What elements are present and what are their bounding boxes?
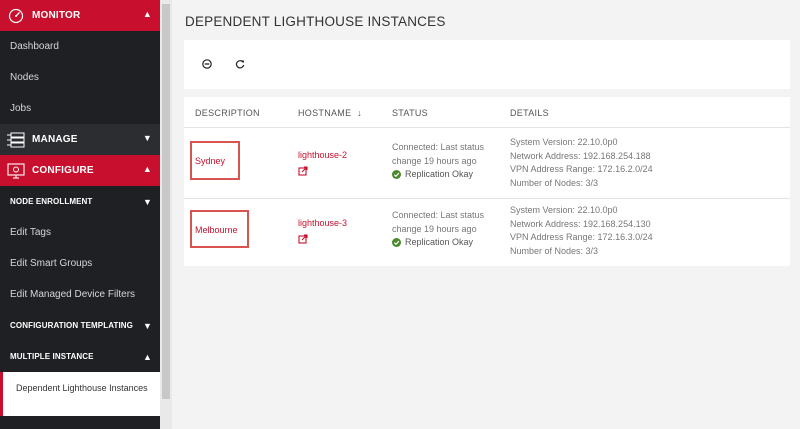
network-address: Network Address: 192.168.254.188 <box>510 150 651 161</box>
system-version: System Version: 22.10.0p0 <box>510 137 618 147</box>
sidebar-item-dependent-lighthouse-instances[interactable]: Dependent Lighthouse Instances <box>0 372 160 416</box>
header-divider <box>184 127 790 128</box>
toolbar <box>184 40 790 89</box>
sidebar-item-multiple-instance[interactable]: MULTIPLE INSTANCE ▲ <box>0 341 160 372</box>
status-text: change 19 hours ago <box>392 155 477 166</box>
status-text: change 19 hours ago <box>392 223 477 234</box>
chevron-up-icon: ▲ <box>142 351 152 362</box>
column-header-status[interactable]: STATUS <box>392 108 428 118</box>
details-cell: System Version: 22.10.0p0 Network Addres… <box>510 136 653 190</box>
sidebar: MONITOR ▲ Dashboard Nodes Jobs MANAGE ▼ … <box>0 0 160 429</box>
system-version: System Version: 22.10.0p0 <box>510 205 618 215</box>
page-title: DEPENDENT LIGHTHOUSE INSTANCES <box>185 14 446 29</box>
sidebar-item-jobs[interactable]: Jobs <box>0 93 160 124</box>
replication-label: Replication Okay <box>405 169 474 179</box>
nav-section-monitor-label: MONITOR <box>32 10 81 21</box>
replication-status: Replication Okay <box>392 236 484 250</box>
configure-monitor-icon <box>6 161 26 181</box>
status-cell: Connected: Last status change 19 hours a… <box>392 209 484 250</box>
check-circle-icon <box>392 238 401 248</box>
nav-section-manage[interactable]: MANAGE ▼ <box>0 124 160 155</box>
number-of-nodes: Number of Nodes: 3/3 <box>510 245 599 256</box>
row-divider <box>184 198 790 199</box>
hostname-link[interactable]: lighthouse-2 <box>298 149 347 163</box>
check-circle-icon <box>392 170 401 180</box>
description-link[interactable]: Sydney <box>195 155 225 169</box>
refresh-icon <box>235 60 245 69</box>
nav-section-monitor[interactable]: MONITOR ▲ <box>0 0 160 31</box>
chevron-up-icon: ▲ <box>142 9 152 19</box>
number-of-nodes: Number of Nodes: 3/3 <box>510 177 599 188</box>
vpn-address-range: VPN Address Range: 172.16.3.0/24 <box>510 232 653 242</box>
details-cell: System Version: 22.10.0p0 Network Addres… <box>510 204 653 258</box>
nav-section-manage-label: MANAGE <box>32 134 78 145</box>
main-content: DEPENDENT LIGHTHOUSE INSTANCES DESCRIPTI… <box>172 0 800 429</box>
sidebar-item-multiple-instance-label: MULTIPLE INSTANCE <box>10 352 94 361</box>
hostname-link[interactable]: lighthouse-3 <box>298 217 347 231</box>
sidebar-item-node-enrollment-label: NODE ENROLLMENT <box>10 197 93 206</box>
sidebar-item-dashboard[interactable]: Dashboard <box>0 31 160 62</box>
remove-circle-icon <box>202 59 212 69</box>
monitor-gauge-icon <box>6 6 26 26</box>
sidebar-item-configuration-templating-label: CONFIGURATION TEMPLATING <box>10 321 133 330</box>
sidebar-item-nodes[interactable]: Nodes <box>0 62 160 93</box>
description-link[interactable]: Melbourne <box>195 224 238 238</box>
nav-section-configure-label: CONFIGURE <box>32 165 94 176</box>
external-link-icon[interactable] <box>298 166 308 176</box>
status-text: Connected: Last status <box>392 142 485 152</box>
column-header-description[interactable]: DESCRIPTION <box>195 108 260 118</box>
chevron-down-icon: ▼ <box>142 320 152 331</box>
scrollbar-thumb[interactable] <box>162 4 170 399</box>
chevron-down-icon: ▼ <box>142 196 152 207</box>
external-link-icon[interactable] <box>298 234 308 244</box>
remove-button[interactable] <box>200 57 214 71</box>
sidebar-scrollbar[interactable] <box>160 0 172 429</box>
status-text: Connected: Last status <box>392 210 485 220</box>
sidebar-item-node-enrollment[interactable]: NODE ENROLLMENT ▼ <box>0 186 160 217</box>
replication-label: Replication Okay <box>405 237 474 247</box>
server-stack-icon <box>6 130 26 150</box>
replication-status: Replication Okay <box>392 168 484 182</box>
chevron-up-icon: ▲ <box>142 164 152 174</box>
status-cell: Connected: Last status change 19 hours a… <box>392 141 484 182</box>
column-header-hostname[interactable]: HOSTNAME ↓ <box>298 108 362 118</box>
nav-section-configure[interactable]: CONFIGURE ▲ <box>0 155 160 186</box>
sort-down-arrow-icon: ↓ <box>357 108 363 118</box>
network-address: Network Address: 192.168.254.130 <box>510 218 651 229</box>
column-header-hostname-label: HOSTNAME <box>298 108 352 118</box>
sidebar-item-edit-managed-device-filters[interactable]: Edit Managed Device Filters <box>0 279 160 310</box>
sidebar-item-configuration-templating[interactable]: CONFIGURATION TEMPLATING ▼ <box>0 310 160 341</box>
sidebar-item-edit-smart-groups[interactable]: Edit Smart Groups <box>0 248 160 279</box>
vpn-address-range: VPN Address Range: 172.16.2.0/24 <box>510 164 653 174</box>
chevron-down-icon: ▼ <box>142 133 152 143</box>
column-header-details[interactable]: DETAILS <box>510 108 549 118</box>
instances-table: DESCRIPTION HOSTNAME ↓ STATUS DETAILS Sy… <box>184 97 790 266</box>
sidebar-item-edit-tags[interactable]: Edit Tags <box>0 217 160 248</box>
refresh-button[interactable] <box>233 57 247 71</box>
